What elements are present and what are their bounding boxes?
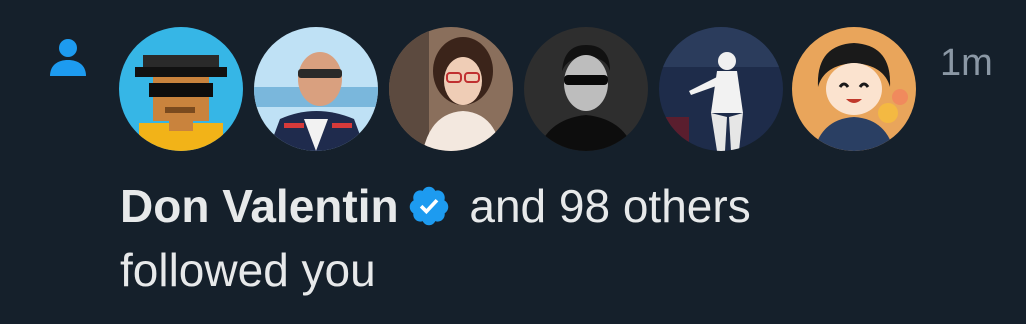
avatar-man-sunglasses[interactable] [254,27,378,151]
avatar-woman-glasses[interactable] [389,27,513,151]
action-text: followed you [120,244,376,296]
avatar-woman-white-outfit[interactable] [659,27,783,151]
avatar-anime-character[interactable] [792,27,916,151]
avatar-pixel-art[interactable] [119,27,243,151]
avatar-man-black-sunglasses[interactable] [524,27,648,151]
verified-badge-icon [407,180,451,226]
timestamp: 1m [940,42,993,84]
others-count-text: and 98 others [469,180,751,232]
notification-text: Don Valentin and 98 others followed you [120,174,1000,302]
follow-notification[interactable]: 1m Don Valentin and 98 others followed y… [0,0,1026,324]
actor-name[interactable]: Don Valentin [120,180,399,232]
person-icon [44,34,92,82]
